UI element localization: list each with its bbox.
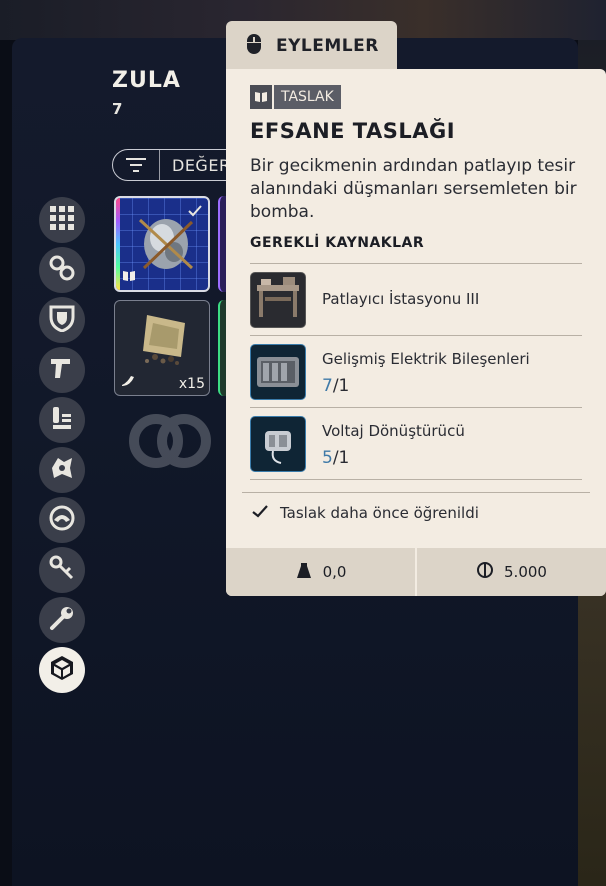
requirement-name: Gelişmiş Elektrik Bileşenleri xyxy=(322,350,530,368)
coin-icon xyxy=(476,561,494,583)
requirement-quantity: 5/1 xyxy=(322,448,349,468)
inventory-slot-blueprint[interactable] xyxy=(114,196,210,292)
tooltip-footer: 0,0 5.000 xyxy=(226,548,606,596)
filter-icon xyxy=(113,150,160,180)
workbench-icon xyxy=(250,272,306,328)
mouse-icon xyxy=(246,33,262,59)
category-ammo-button[interactable] xyxy=(39,397,85,443)
category-keys-button[interactable] xyxy=(39,547,85,593)
category-mods-button[interactable] xyxy=(39,447,85,493)
required-count: /1 xyxy=(332,376,350,396)
check-icon xyxy=(252,503,268,522)
requirements-header: GEREKLİ KAYNAKLAR xyxy=(250,235,425,251)
inventory-slot-material[interactable]: x15 xyxy=(114,300,210,396)
check-icon xyxy=(188,202,202,221)
requirement-row: Gelişmiş Elektrik Bileşenleri 7/1 xyxy=(250,340,582,404)
requirement-quantity: 7/1 xyxy=(322,376,349,396)
actions-label: EYLEMLER xyxy=(276,36,379,56)
material-icon xyxy=(121,372,135,391)
divider xyxy=(250,263,582,264)
value-amount: 5.000 xyxy=(504,563,547,581)
item-title: EFSANE TASLAĞI xyxy=(250,119,456,143)
category-shields-button[interactable] xyxy=(39,297,85,343)
gear-icon xyxy=(48,454,76,486)
stash-count: 7 xyxy=(112,100,123,118)
blueprint-icon xyxy=(250,85,272,109)
watermark-logo xyxy=(129,414,211,468)
divider xyxy=(250,407,582,408)
requirement-name: Voltaj Dönüştürücü xyxy=(322,422,465,440)
value-cell: 5.000 xyxy=(415,548,606,596)
requirement-name: Patlayıcı İstasyonu III xyxy=(322,290,480,308)
category-augments-button[interactable] xyxy=(39,247,85,293)
weight-icon xyxy=(295,561,313,583)
category-blueprints-button[interactable] xyxy=(39,647,85,693)
material-item-icon xyxy=(143,315,185,365)
divider xyxy=(242,492,590,493)
weight-cell: 0,0 xyxy=(226,548,415,596)
weight-value: 0,0 xyxy=(322,563,347,581)
bomb-item-icon xyxy=(138,218,194,270)
actions-tab[interactable]: EYLEMLER xyxy=(226,21,397,71)
gun-icon xyxy=(48,354,76,386)
wrench-icon xyxy=(48,604,76,636)
item-type-badge: TASLAK xyxy=(250,85,341,109)
divider xyxy=(250,335,582,336)
grid-icon xyxy=(49,205,75,235)
blueprint-icon xyxy=(122,267,136,286)
required-count: /1 xyxy=(332,448,350,468)
chain-icon xyxy=(48,254,76,286)
key-icon xyxy=(48,554,76,586)
electrical-components-icon xyxy=(250,344,306,400)
item-description: Bir gecikmenin ardından patlayıp tesir a… xyxy=(250,156,577,222)
stash-title: ZULA xyxy=(112,68,181,93)
voltage-converter-icon xyxy=(250,416,306,472)
item-type-label: TASLAK xyxy=(274,85,341,109)
requirement-row: Patlayıcı İstasyonu III xyxy=(250,268,582,332)
item-tooltip: TASLAK EFSANE TASLAĞI Bir gecikmenin ard… xyxy=(226,69,606,596)
sort-label: DEĞER xyxy=(172,155,231,175)
ring-icon xyxy=(48,504,76,536)
item-quantity: x15 xyxy=(178,376,205,392)
category-materials-button[interactable] xyxy=(39,597,85,643)
requirement-row: Voltaj Dönüştürücü 5/1 xyxy=(250,412,582,476)
divider xyxy=(250,479,582,480)
learned-text: Taslak daha önce öğrenildi xyxy=(280,503,479,522)
learned-status: Taslak daha önce öğrenildi xyxy=(252,503,479,522)
blueprint-cube-icon xyxy=(48,654,76,686)
legendary-rarity-bar xyxy=(116,198,120,290)
owned-count: 5 xyxy=(322,448,333,468)
category-quick-use-button[interactable] xyxy=(39,497,85,543)
shield-icon xyxy=(49,304,75,336)
ammo-icon xyxy=(49,404,75,436)
owned-count: 7 xyxy=(322,376,333,396)
category-weapons-button[interactable] xyxy=(39,347,85,393)
category-all-button[interactable] xyxy=(39,197,85,243)
